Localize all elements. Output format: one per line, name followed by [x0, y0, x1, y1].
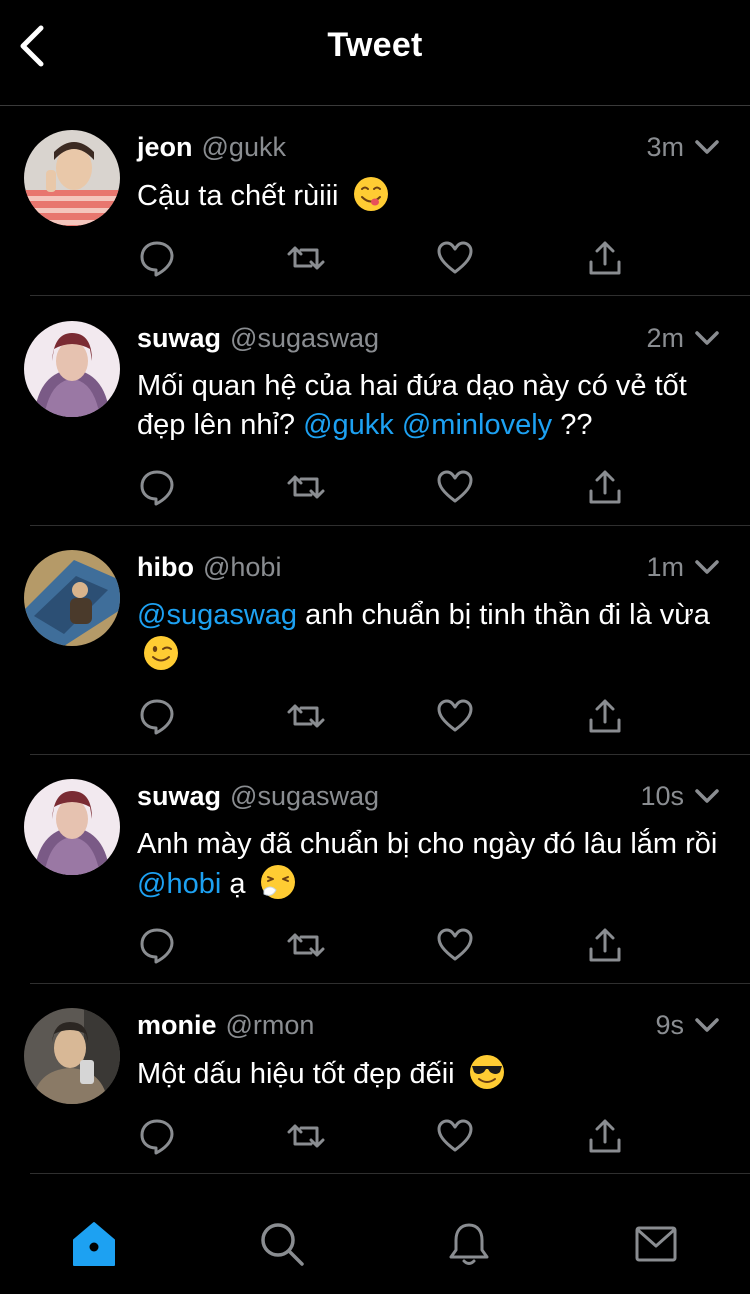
tweet-text: Anh mày đã chuẩn bị cho ngày đó lâu lắm … — [137, 825, 720, 904]
like-icon[interactable] — [435, 467, 475, 507]
reply-icon[interactable] — [137, 696, 177, 736]
tweet[interactable]: suwag @sugaswag 10s Anh mày đã chuẩn bị … — [0, 755, 750, 984]
tweet-actions — [0, 925, 750, 965]
timestamp: 2m — [646, 322, 684, 353]
author-handle[interactable]: @sugaswag — [230, 781, 379, 812]
tweet[interactable]: hibo @hobi 1m @sugaswag anh chuẩn bị tin… — [0, 526, 750, 755]
timestamp: 10s — [640, 780, 684, 811]
retweet-icon[interactable] — [286, 925, 326, 965]
retweet-icon[interactable] — [286, 467, 326, 507]
tweet-header: suwag @sugaswag 2m — [137, 320, 720, 356]
author-handle[interactable]: @sugaswag — [230, 323, 379, 354]
retweet-icon[interactable] — [286, 238, 326, 278]
chevron-down-icon[interactable] — [694, 138, 720, 156]
sunglasses-face-icon — [469, 1055, 504, 1089]
avatar[interactable] — [24, 779, 120, 875]
tweet-actions — [0, 696, 750, 736]
avatar[interactable] — [24, 1008, 120, 1104]
tweet-text: Cậu ta chết rùiii — [137, 176, 720, 216]
tweet-text: @sugaswag anh chuẩn bị tinh thần đi là v… — [137, 596, 720, 675]
sneezing-face-icon — [260, 865, 295, 899]
retweet-icon[interactable] — [286, 1116, 326, 1156]
author-name[interactable]: jeon — [137, 132, 193, 163]
author-name[interactable]: monie — [137, 1010, 217, 1041]
tweet-header: hibo @hobi 1m — [137, 549, 720, 585]
chevron-down-icon[interactable] — [694, 329, 720, 347]
reply-icon[interactable] — [137, 467, 177, 507]
like-icon[interactable] — [435, 1116, 475, 1156]
page-title: Tweet — [327, 26, 423, 64]
share-icon[interactable] — [585, 925, 625, 965]
reply-icon[interactable] — [137, 238, 177, 278]
tweet-text-segment: Một dấu hiệu tốt đẹp đếii — [137, 1058, 455, 1090]
tweet-header: jeon @gukk 3m — [137, 129, 720, 165]
like-icon[interactable] — [435, 238, 475, 278]
avatar[interactable] — [24, 550, 120, 646]
tweet-text: Một dấu hiệu tốt đẹp đếii — [137, 1054, 720, 1094]
tweet-text-segment: Cậu ta chết rùiii — [137, 180, 339, 212]
chevron-down-icon[interactable] — [694, 558, 720, 576]
tweet-actions — [0, 467, 750, 507]
top-bar: Tweet — [0, 0, 750, 106]
wink-face-icon — [144, 636, 178, 670]
reply-icon[interactable] — [137, 1116, 177, 1156]
share-icon[interactable] — [585, 1116, 625, 1156]
timestamp: 3m — [646, 131, 684, 162]
author-handle[interactable]: @hobi — [203, 552, 281, 583]
author-handle[interactable]: @gukk — [202, 132, 286, 163]
tweet[interactable]: monie @rmon 9s Một dấu hiệu tốt đẹp đếii — [0, 984, 750, 1174]
timestamp: 9s — [655, 1009, 684, 1040]
retweet-icon[interactable] — [286, 696, 326, 736]
tweet-text-segment: Anh mày đã chuẩn bị cho ngày đó lâu lắm … — [137, 828, 718, 860]
tweet-thread-screen: Tweet jeon @gukk 3m Cậu ta chết rùiii su… — [0, 0, 750, 1294]
avatar[interactable] — [24, 130, 120, 226]
tweet-text-segment: ?? — [560, 409, 593, 441]
avatar[interactable] — [24, 321, 120, 417]
tweet-actions — [0, 1116, 750, 1156]
author-name[interactable]: hibo — [137, 552, 194, 583]
chevron-down-icon[interactable] — [694, 787, 720, 805]
tweet-header: monie @rmon 9s — [137, 1007, 720, 1043]
tweet-actions — [0, 238, 750, 278]
share-icon[interactable] — [585, 696, 625, 736]
yum-face-icon — [353, 177, 388, 211]
share-icon[interactable] — [585, 238, 625, 278]
tweet-text-segment: ạ — [229, 868, 246, 900]
author-name[interactable]: suwag — [137, 323, 221, 354]
timestamp: 1m — [646, 551, 684, 582]
like-icon[interactable] — [435, 925, 475, 965]
tweet-header: suwag @sugaswag 10s — [137, 778, 720, 814]
tweet[interactable]: suwag @sugaswag 2m Mối quan hệ của hai đ… — [0, 296, 750, 526]
notifications-icon[interactable] — [445, 1220, 493, 1268]
mention-link[interactable]: @sugaswag — [137, 599, 297, 631]
tweet-text: Mối quan hệ của hai đứa dạo này có vẻ tố… — [137, 367, 720, 445]
search-icon[interactable] — [258, 1220, 306, 1268]
author-name[interactable]: suwag — [137, 781, 221, 812]
tweet[interactable]: jeon @gukk 3m Cậu ta chết rùiii — [0, 106, 750, 296]
divider — [30, 1173, 750, 1174]
mention-link[interactable]: @minlovely — [402, 409, 552, 441]
home-icon[interactable] — [70, 1220, 118, 1268]
reply-icon[interactable] — [137, 925, 177, 965]
mention-link[interactable]: @gukk — [303, 409, 394, 441]
author-handle[interactable]: @rmon — [226, 1010, 315, 1041]
share-icon[interactable] — [585, 467, 625, 507]
like-icon[interactable] — [435, 696, 475, 736]
mention-link[interactable]: @hobi — [137, 868, 221, 900]
bottom-tab-bar — [0, 1195, 750, 1294]
messages-icon[interactable] — [632, 1220, 680, 1268]
chevron-down-icon[interactable] — [694, 1016, 720, 1034]
tweet-text-segment: anh chuẩn bị tinh thần đi là vừa — [305, 599, 710, 631]
